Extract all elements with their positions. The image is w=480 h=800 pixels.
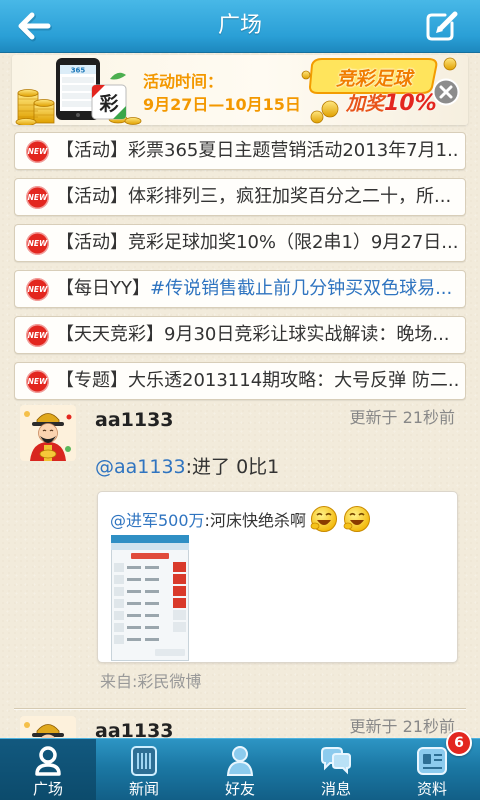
tab-label: 新闻: [128, 780, 159, 798]
avatar-image: [20, 405, 76, 461]
repost-image-thumbnail[interactable]: [111, 535, 189, 661]
tab-friends[interactable]: 好友: [192, 739, 288, 800]
announcement-tag: 【天天竞彩】: [56, 324, 164, 345]
top-bar: 广场: [0, 0, 480, 53]
banner-close-button[interactable]: [432, 78, 460, 106]
banner-promo-title: 竞彩足球: [335, 68, 412, 90]
banner-time-label: 活动时间：: [143, 72, 224, 91]
announcement-body-hashtag: #传说销售截止前几分钟买双色球易...: [150, 278, 453, 299]
announcement-tag: 【每日YY】: [56, 278, 150, 299]
tab-label: 广场: [32, 780, 63, 798]
tab-messages[interactable]: 消息: [288, 739, 384, 800]
tile-char: 彩: [98, 93, 118, 115]
announcement-item[interactable]: NEW 【专题】大乐透2013114期攻略：大号反弹 防二...: [14, 362, 466, 400]
announcement-item[interactable]: NEW 【活动】体彩排列三，疯狂加奖百分之二十，所...: [14, 178, 466, 216]
announcement-tag: 【活动】: [56, 140, 128, 161]
bottom-tab-bar: 广场 新闻 好友 消息 资料: [0, 738, 480, 800]
post-source: 来自:彩民微博: [100, 672, 202, 691]
announcement-body: 竞彩足球加奖10%（限2串1）9月27日...: [128, 232, 459, 253]
edit-icon: [426, 11, 458, 41]
post-mention[interactable]: @aa1133: [95, 456, 186, 478]
announcement-body: 大乐透2013114期攻略：大号反弹 防二...: [128, 370, 459, 391]
repost-text: @进军500万:河床快绝杀啊: [110, 504, 372, 534]
announcement-tag: 【活动】: [56, 186, 128, 207]
announcement-tag: 【专题】: [56, 370, 128, 391]
tab-label: 好友: [224, 780, 255, 798]
announcement-body: 体彩排列三，疯狂加奖百分之二十，所...: [128, 186, 452, 207]
announcement-tag: 【活动】: [56, 232, 128, 253]
tab-news[interactable]: 新闻: [96, 739, 192, 800]
announcement-item[interactable]: NEW 【活动】彩票365夏日主题营销活动2013年7月1...: [14, 132, 466, 170]
bonus-value: 10%: [384, 91, 437, 116]
announcement-title: 【天天竞彩】9月30日竞彩让球实战解读：晚场...: [56, 317, 459, 353]
repost-body: :河床快绝杀啊: [204, 511, 306, 530]
profile-icon: [417, 747, 447, 775]
messages-icon: [321, 747, 351, 775]
announcement-title: 【每日YY】#传说销售截止前几分钟买双色球易...: [56, 271, 459, 307]
announcement-title: 【活动】彩票365夏日主题营销活动2013年7月1...: [56, 133, 459, 169]
tab-label: 资料: [416, 780, 447, 798]
announcement-item[interactable]: NEW 【活动】竞彩足球加奖10%（限2串1）9月27日...: [14, 224, 466, 262]
post-timestamp: 更新于 21秒前: [349, 717, 455, 736]
announcement-item[interactable]: NEW 【每日YY】#传说销售截止前几分钟买双色球易...: [14, 270, 466, 308]
profile-notification-badge: 6: [446, 730, 472, 756]
grin-emoji: [310, 506, 337, 532]
post-username[interactable]: aa1133: [95, 408, 174, 432]
new-badge: NEW: [26, 140, 49, 163]
phone-logo: 365: [71, 67, 86, 75]
bonus-prefix: 加奖: [346, 93, 385, 115]
announcement-title: 【专题】大乐透2013114期攻略：大号反弹 防二...: [56, 363, 459, 399]
tab-plaza[interactable]: 广场: [0, 739, 96, 800]
post-divider: [14, 708, 466, 709]
plaza-icon: [35, 746, 61, 776]
post-body: :进了 0比1: [185, 456, 280, 478]
post-timestamp: 更新于 21秒前: [349, 408, 455, 427]
post-content: @aa1133:进了 0比1: [95, 455, 279, 479]
banner-promo-bonus: 加奖10%: [346, 89, 437, 116]
grin-emoji: [343, 506, 370, 532]
new-badge: NEW: [26, 370, 49, 393]
promo-banner[interactable]: 365 彩 活动时间： 9月27日—10月15日 竞彩足球 加奖10%: [12, 55, 468, 125]
reposted-content[interactable]: @进军500万:河床快绝杀啊: [97, 491, 458, 663]
back-arrow-icon: [18, 12, 52, 42]
banner-time-range: 9月27日—10月15日: [143, 95, 301, 114]
new-badge: NEW: [26, 324, 49, 347]
announcement-title: 【活动】体彩排列三，疯狂加奖百分之二十，所...: [56, 179, 459, 215]
page-title: 广场: [217, 13, 262, 38]
new-badge: NEW: [26, 186, 49, 209]
announcement-title: 【活动】竞彩足球加奖10%（限2串1）9月27日...: [56, 225, 459, 261]
tab-label: 消息: [320, 780, 351, 798]
new-badge: NEW: [26, 232, 49, 255]
announcement-body: 彩票365夏日主题营销活动2013年7月1...: [128, 140, 459, 161]
friends-icon: [226, 746, 254, 776]
news-icon: [131, 746, 157, 776]
compose-button[interactable]: [425, 9, 459, 43]
back-button[interactable]: [14, 10, 54, 42]
new-badge: NEW: [26, 278, 49, 301]
close-icon: [432, 78, 460, 106]
user-avatar[interactable]: [20, 405, 76, 461]
announcement-body: 9月30日竞彩让球实战解读：晚场...: [164, 324, 450, 345]
announcement-item[interactable]: NEW 【天天竞彩】9月30日竞彩让球实战解读：晚场...: [14, 316, 466, 354]
repost-mention[interactable]: @进军500万: [110, 507, 205, 531]
